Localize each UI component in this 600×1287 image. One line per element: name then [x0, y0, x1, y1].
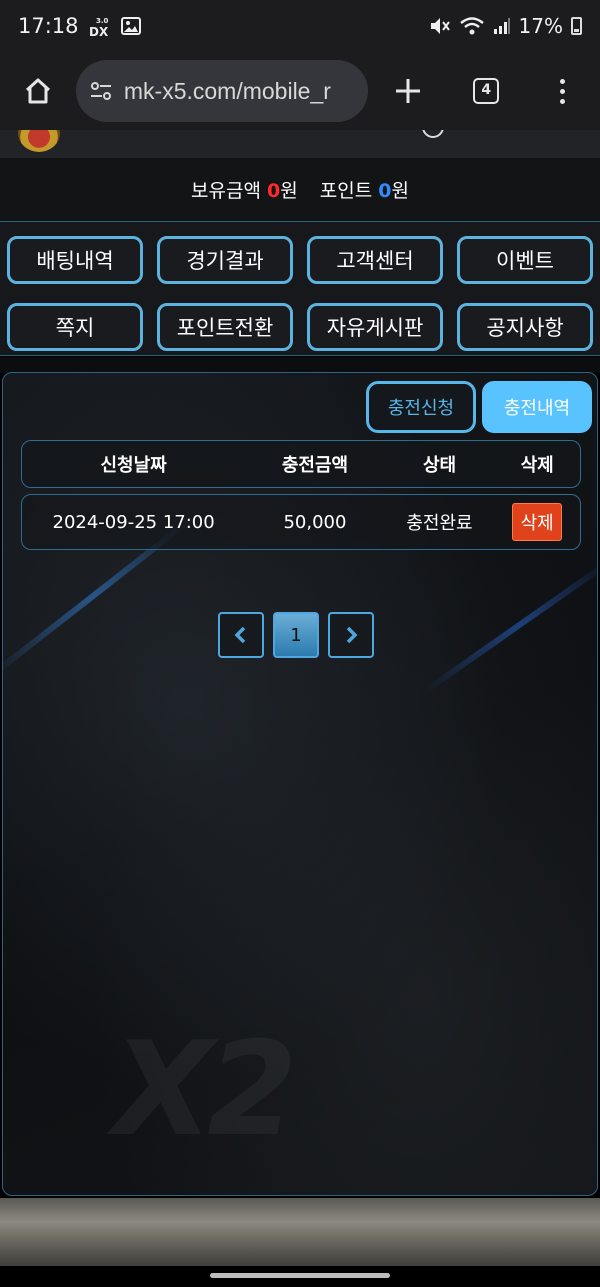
point-balance: 포인트 0원: [320, 176, 409, 203]
home-button[interactable]: [0, 52, 76, 130]
status-left-icons: 3.0 DX: [89, 15, 141, 37]
chevron-right-icon: [346, 626, 358, 644]
background-watermark: X2: [113, 1013, 298, 1165]
home-icon: [25, 78, 50, 104]
row-status: 충전완료: [406, 513, 473, 534]
plus-icon: [396, 79, 421, 103]
svg-text:3.0: 3.0: [96, 17, 109, 25]
pagination: 1: [218, 612, 374, 658]
nav-customer-center-button[interactable]: 고객센터: [307, 236, 443, 284]
gesture-area: [0, 1266, 600, 1287]
wifi-icon: [459, 17, 484, 35]
header-amount: 충전금액: [281, 455, 349, 476]
nav-point-exchange-button[interactable]: 포인트전환: [157, 302, 293, 351]
footer-decoration: [0, 1198, 600, 1266]
header-delete: 삭제: [520, 455, 554, 476]
mute-icon: [430, 18, 450, 34]
nav-notice-button[interactable]: 공지사항: [457, 302, 593, 351]
nav-menu: 배팅내역 경기결과 고객센터 이벤트 쪽지 포인트전환 자유게시판 공지사항: [0, 222, 600, 356]
status-right: 17%: [429, 14, 582, 38]
current-page-button[interactable]: 1: [273, 612, 319, 658]
address-bar[interactable]: mk-x5.com/mobile_r: [75, 60, 369, 122]
clock-icon: [422, 130, 444, 138]
next-page-button[interactable]: [328, 612, 374, 658]
url-text: mk-x5.com/mobile_r: [123, 77, 331, 104]
header-date: 신청날짜: [100, 455, 167, 476]
tab-charge-apply[interactable]: 충전신청: [366, 381, 476, 433]
table-row: 2024-09-25 17:00 50,000 충전완료 삭제: [21, 494, 581, 550]
charge-history-panel: X2 충전신청 충전내역 신청날짜 충전금액 상태 삭제 2024-09-25 …: [2, 372, 598, 1196]
site-logo[interactable]: [18, 130, 60, 152]
prev-page-button[interactable]: [218, 612, 264, 658]
point-label: 포인트: [319, 180, 373, 202]
charge-tabs: 충전신청 충전내역: [366, 381, 592, 433]
site-header-right: [422, 130, 444, 138]
chevron-left-icon: [234, 626, 246, 644]
row-delete-cell: 삭제: [494, 503, 580, 541]
nav-game-results-button[interactable]: 경기결과: [157, 236, 293, 284]
gesture-bar[interactable]: [210, 1273, 390, 1278]
tabs-icon: 4: [473, 78, 500, 104]
new-tab-button[interactable]: [368, 77, 448, 105]
site-settings-icon[interactable]: [88, 78, 114, 104]
tab-switcher-button[interactable]: 4: [448, 78, 524, 104]
money-balance: 보유금액 0원: [191, 176, 298, 203]
menu-icon[interactable]: [524, 78, 600, 104]
image-icon: [120, 17, 141, 35]
money-value: 0: [267, 180, 281, 202]
background-gap: [0, 357, 600, 373]
table-header: 신청날짜 충전금액 상태 삭제: [21, 440, 581, 488]
svg-text:DX: DX: [89, 25, 109, 37]
money-unit: 원: [280, 180, 298, 202]
row-date: 2024-09-25 17:00: [52, 511, 215, 533]
header-status: 상태: [422, 455, 457, 476]
background-beam: [422, 557, 597, 695]
point-value: 0: [378, 180, 392, 202]
row-amount: 50,000: [283, 511, 347, 533]
battery-icon: [571, 17, 582, 35]
point-unit: 원: [391, 180, 409, 202]
nav-betting-history-button[interactable]: 배팅내역: [7, 236, 143, 284]
site-header: [0, 130, 600, 158]
nav-messages-button[interactable]: 쪽지: [7, 302, 143, 351]
delete-button[interactable]: 삭제: [512, 503, 563, 541]
battery-percent: 17%: [518, 14, 563, 38]
nav-free-board-button[interactable]: 자유게시판: [307, 302, 443, 351]
signal-icon: [493, 18, 510, 34]
balance-row: 보유금액 0원 포인트 0원: [0, 158, 600, 222]
status-time: 17:18: [18, 14, 79, 38]
money-label: 보유금액: [191, 180, 261, 202]
nav-event-button[interactable]: 이벤트: [457, 236, 593, 284]
browser-toolbar: mk-x5.com/mobile_r 4: [0, 52, 600, 130]
dex-icon: 3.0 DX: [89, 17, 109, 37]
status-bar: 17:18 3.0 DX 17%: [0, 0, 600, 52]
tab-charge-history[interactable]: 충전내역: [482, 381, 592, 433]
